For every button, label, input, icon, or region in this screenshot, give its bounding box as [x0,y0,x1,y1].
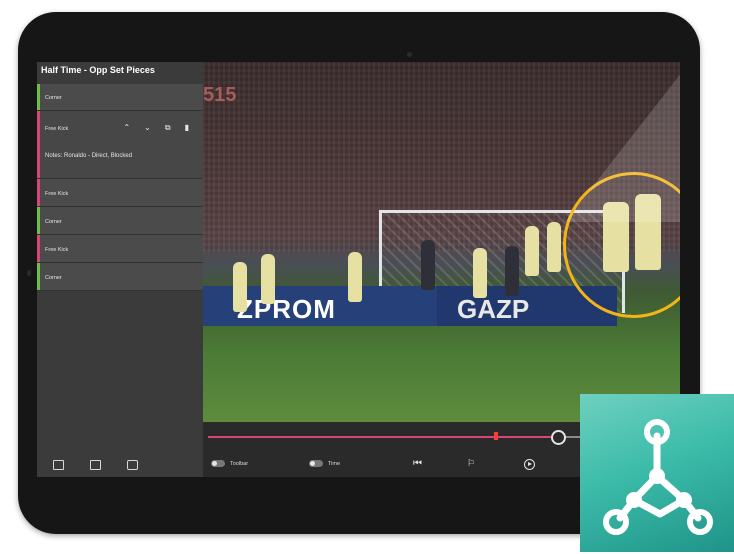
player [525,226,539,276]
clip-sidebar: Half Time - Opp Set Pieces Corner Free K… [37,62,203,477]
chevron-up-icon[interactable]: ⌃ [123,123,130,133]
list-item-label: Corner [45,95,62,101]
toggle-switch[interactable] [309,460,323,467]
player [547,222,561,272]
player [421,240,435,290]
tag-color-bar [37,263,40,290]
sidebar-toolbar [53,460,138,470]
list-item-free-kick-expanded[interactable]: Free Kick ⌃ ⌄ ⧉ ▮ Notes: Ronaldo - Direc… [37,111,203,179]
chevron-down-icon[interactable]: ⌄ [144,123,151,133]
list-item-label: Free Kick [45,191,69,197]
camera-icon[interactable] [127,460,138,470]
ad-board-text: ZPROM [237,294,336,324]
toggle-switch[interactable] [211,460,225,467]
tag-color-bar [37,84,40,110]
export-icon[interactable] [90,460,101,470]
list-item-free-kick[interactable]: Free Kick [37,179,203,207]
player [261,254,275,304]
front-camera [407,52,412,57]
skip-back-icon[interactable]: ⏮ [413,458,422,469]
clip-actions: ⌃ ⌄ ⧉ ▮ [123,123,189,133]
toolbar-toggle-label: Toolbar [230,460,249,467]
copy-icon[interactable]: ⧉ [165,123,171,133]
list-item-corner[interactable]: Corner [37,207,203,235]
tablet-side-button [27,270,31,276]
player [473,248,487,298]
list-item-corner[interactable]: Corner [37,263,203,291]
app-logo [580,394,734,552]
clip-notes: Notes: Ronaldo - Direct, Blocked [45,153,133,159]
player [505,246,519,296]
player [348,252,362,302]
time-toggle[interactable]: Time [309,460,340,467]
play-button[interactable] [524,459,535,470]
timeline-track-played[interactable] [208,436,558,438]
tag-color-bar [37,207,40,234]
player [233,262,247,312]
tag-color-bar [37,235,40,262]
stadium-scoreboard: 515 [203,84,237,106]
list-item-free-kick[interactable]: Free Kick [37,235,203,263]
playlist-title: Half Time - Opp Set Pieces [41,65,155,75]
tag-color-bar [37,179,40,206]
video-player[interactable]: 515 ZPROM GAZP [203,62,680,422]
timeline-scrubber[interactable] [551,430,566,445]
add-clip-icon[interactable] [53,460,64,470]
list-item-label: Corner [45,219,62,225]
timeline-marker[interactable] [494,432,498,440]
list-item-label: Free Kick [45,126,69,132]
list-item-label: Free Kick [45,247,69,253]
network-logo-icon [603,419,713,535]
list-item-label: Corner [45,275,62,281]
time-toggle-label: Time [328,460,341,467]
tag-color-bar [37,111,40,178]
list-item-corner[interactable]: Corner [37,84,203,111]
ad-board-text: GAZP [457,294,530,324]
trash-icon[interactable]: ▮ [185,123,189,133]
toolbar-toggle[interactable]: Toolbar [211,460,248,467]
tag-icon[interactable]: ⚐ [467,458,475,469]
